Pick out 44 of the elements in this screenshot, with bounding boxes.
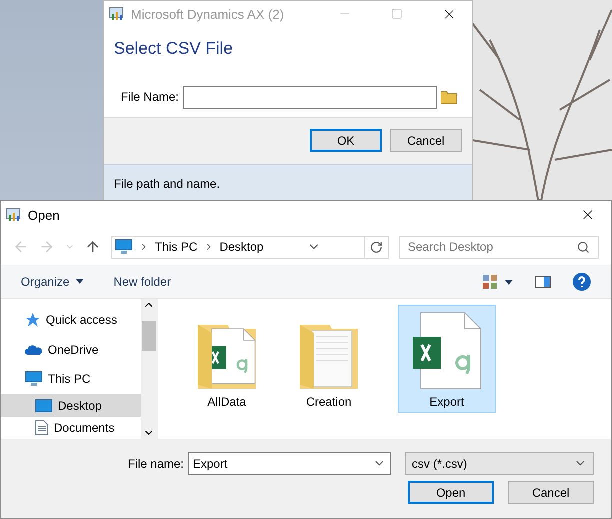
spreadsheet-file-icon [411, 311, 483, 391]
application-icon [109, 6, 125, 22]
file-type-dropdown[interactable]: csv (*.csv) [405, 452, 594, 475]
search-icon[interactable] [577, 240, 590, 254]
window-title: Microsoft Dynamics AX (2) [131, 6, 286, 22]
desktop-icon [35, 398, 53, 412]
file-name-field[interactable]: Export [188, 452, 391, 475]
window-title: Open [28, 208, 61, 222]
status-text: File path and name. [114, 177, 220, 191]
dialog-button[interactable]: Cancel [390, 129, 462, 152]
address-bar[interactable]: This PC Desktop [111, 236, 389, 258]
breadcrumb-item[interactable]: Desktop [220, 240, 264, 254]
cloud-icon [25, 344, 43, 356]
scrollbar[interactable] [141, 299, 157, 439]
dialog-button[interactable]: Cancel [508, 481, 594, 504]
navigation-item[interactable]: OneDrive [1, 334, 141, 365]
help-icon[interactable] [573, 272, 591, 290]
file-item[interactable]: AllData [194, 305, 260, 413]
monitor-icon [25, 371, 43, 388]
field-label: File name: [128, 456, 184, 470]
dialog-heading: Select CSV File [113, 38, 234, 60]
scrollbar-thumb[interactable] [142, 321, 156, 351]
application-icon [6, 207, 22, 223]
toolbar-button[interactable]: Organize [21, 274, 84, 288]
star-icon [25, 312, 41, 328]
field-label: File Name: [121, 90, 180, 104]
preview-pane-icon[interactable] [535, 276, 551, 288]
file-name-field[interactable] [183, 86, 438, 109]
view-options-icon[interactable] [483, 274, 513, 288]
breadcrumb-item[interactable]: This PC [155, 240, 198, 254]
file-item[interactable]: Export [398, 305, 496, 413]
caret-down-icon[interactable] [76, 279, 84, 284]
monitor-icon [115, 239, 133, 255]
navigation-item[interactable]: Desktop [1, 394, 141, 417]
search-field[interactable]: Search Desktop [399, 236, 599, 258]
toolbar-button[interactable]: New folder [114, 274, 172, 288]
dialog-button[interactable]: Open [408, 481, 494, 504]
navigation-item[interactable]: Quick access [1, 305, 141, 335]
navigation-item[interactable]: This PC [1, 364, 141, 394]
document-icon [35, 420, 49, 436]
file-item[interactable]: Creation [296, 305, 362, 413]
navigation-item[interactable]: Documents [1, 416, 141, 439]
dialog-button[interactable]: OK [310, 129, 382, 152]
folder-icon[interactable] [441, 90, 458, 104]
